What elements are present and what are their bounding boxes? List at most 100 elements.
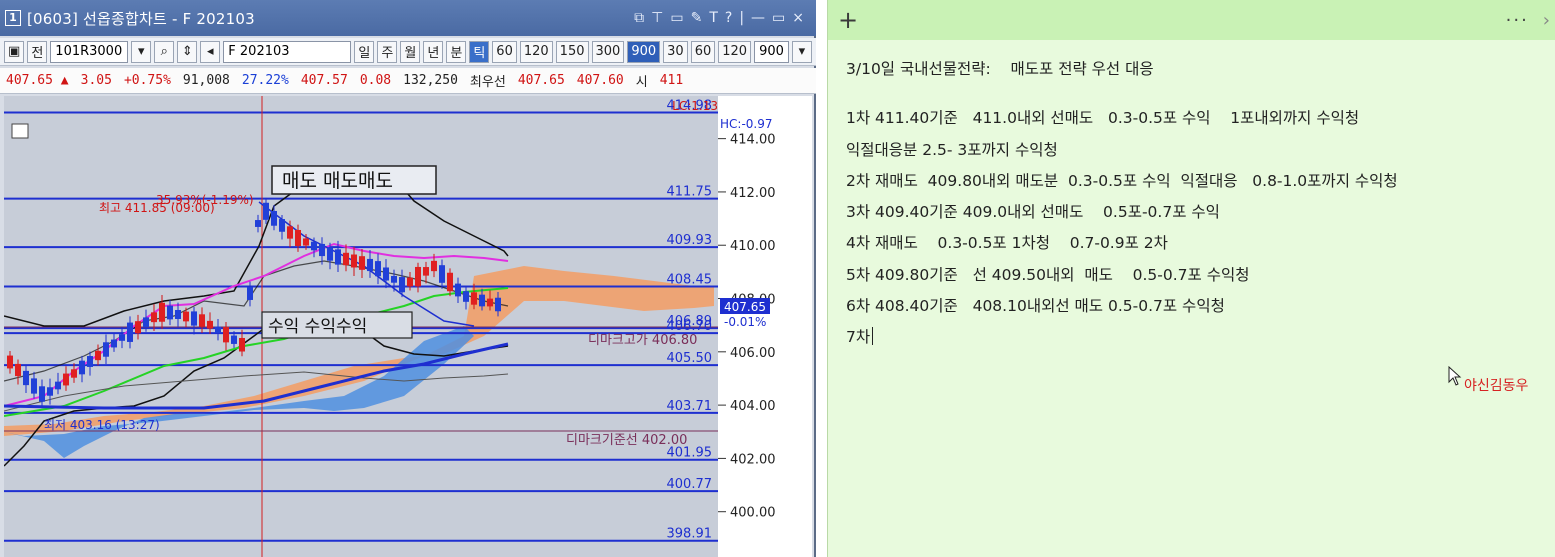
- memo-body[interactable]: 3/10일 국내선물전략: 매도포 전략 우선 대응 1차 411.40기준 4…: [846, 55, 1536, 355]
- axis-tick-label: 402.00: [730, 452, 776, 467]
- profit-label-text: 수익 수익수익: [268, 317, 367, 337]
- period-month[interactable]: 월: [400, 40, 421, 63]
- interval-60[interactable]: 60: [492, 40, 517, 63]
- open-value: 411: [659, 73, 684, 88]
- memo-line-4: 3차 409.40기준 409.0내외 선매도 0.5포-0.7포 수익: [846, 203, 1220, 222]
- candle-body: [271, 210, 277, 226]
- candle-body: [175, 309, 181, 320]
- candle-body: [95, 350, 101, 361]
- candle-body: [223, 327, 229, 343]
- open-interest: 132,250: [403, 73, 458, 88]
- speaker-icon[interactable]: ◂: [200, 40, 221, 63]
- memo-line-2: 익절대응분 2.5- 3포까지 수익청: [846, 140, 1058, 159]
- quote-bar: 407.65 ▲ 3.05 +0.75% 91,008 27.22% 407.5…: [0, 68, 816, 94]
- restore-icon[interactable]: ⧉: [634, 10, 644, 26]
- best-bid: 407.60: [576, 73, 624, 88]
- interval-60b[interactable]: 60: [690, 40, 716, 63]
- price-chart[interactable]: 매도 매도매도 수익 수익수익 최고 411.85 (09:00) 35.93%…: [3, 96, 718, 557]
- candle-body: [431, 260, 437, 272]
- chart-window-title: [0603] 선옵종합차트 - F 202103: [27, 9, 255, 28]
- window-icon[interactable]: ▭: [670, 10, 683, 26]
- candle-body: [367, 258, 373, 272]
- interval-300[interactable]: 300: [591, 40, 625, 63]
- axis-tick-label: 412.00: [730, 186, 776, 201]
- candle-body: [231, 335, 237, 344]
- maximize-button[interactable]: ▭: [772, 10, 785, 26]
- candle-body: [343, 252, 349, 266]
- candle-body: [399, 277, 405, 293]
- candle-body: [167, 305, 173, 320]
- bid-diff: 0.08: [359, 73, 392, 88]
- interval-select[interactable]: 900: [754, 40, 789, 63]
- pin-icon[interactable]: ⊤: [651, 10, 663, 26]
- candle-body: [207, 320, 213, 329]
- cursor-note: 야신김동우: [1464, 378, 1529, 394]
- level-label: 409.93: [667, 233, 713, 248]
- candle-body: [287, 226, 293, 239]
- memo-header: + ··· ›: [828, 0, 1555, 40]
- candle-body: [487, 298, 493, 307]
- interval-120b[interactable]: 120: [718, 40, 752, 63]
- candle-body: [87, 356, 93, 367]
- chevron-right-icon[interactable]: ›: [1543, 10, 1550, 31]
- interval-900[interactable]: 900: [627, 40, 661, 63]
- candle-body: [407, 277, 413, 287]
- candle-body: [47, 387, 53, 396]
- candle-body: [279, 219, 285, 232]
- cloud-area-orange: [4, 266, 714, 436]
- add-note-icon[interactable]: +: [838, 8, 858, 32]
- chevron-down-icon[interactable]: ▾: [791, 40, 812, 63]
- candle-body: [199, 314, 205, 327]
- minimize-button[interactable]: —: [751, 10, 765, 26]
- memo-line-5: 4차 재매도 0.3-0.5포 1차청 0.7-0.9포 2차: [846, 234, 1168, 253]
- interval-120[interactable]: 120: [519, 40, 553, 63]
- candle-body: [151, 312, 157, 323]
- code-input[interactable]: 101R3000: [50, 40, 129, 63]
- interval-30[interactable]: 30: [663, 40, 688, 63]
- symbol-input[interactable]: F 202103: [223, 40, 352, 63]
- candle-body: [311, 241, 317, 251]
- level-labels: 414.98411.75409.93408.45406.89406.70405.…: [667, 99, 713, 542]
- close-button[interactable]: ×: [792, 10, 804, 26]
- memo-window: + ··· › 3/10일 국내선물전략: 매도포 전략 우선 대응 1차 41…: [827, 0, 1555, 557]
- current-price: 407.65 ▲: [6, 73, 69, 88]
- level-label: 398.91: [667, 527, 713, 542]
- search-icon[interactable]: ⌕: [154, 40, 175, 63]
- candle-body: [183, 311, 189, 322]
- interval-150[interactable]: 150: [555, 40, 589, 63]
- period-week[interactable]: 주: [377, 40, 398, 63]
- period-day[interactable]: 일: [354, 40, 375, 63]
- code-dropdown-icon[interactable]: ▾: [131, 40, 152, 63]
- memo-line-1: 1차 411.40기준 411.0내외 선매도 0.3-0.5포 수익 1포내외…: [846, 109, 1360, 128]
- period-tick[interactable]: 틱: [469, 40, 490, 63]
- text-icon[interactable]: T: [709, 10, 718, 26]
- period-minute[interactable]: 분: [446, 40, 467, 63]
- axis-tick-label: 406.00: [730, 346, 776, 361]
- candle-body: [159, 302, 165, 322]
- layout-icon[interactable]: ▣: [4, 40, 25, 63]
- stepper-icon[interactable]: ⇕: [177, 40, 198, 63]
- help-icon[interactable]: ?: [725, 10, 732, 26]
- more-options-icon[interactable]: ···: [1506, 10, 1529, 31]
- candle-body: [23, 370, 29, 386]
- candle-body: [79, 360, 85, 375]
- candle-body: [215, 326, 221, 333]
- period-year[interactable]: 년: [423, 40, 444, 63]
- candle-body: [103, 342, 109, 357]
- chart-titlebar[interactable]: 1 [0603] 선옵종합차트 - F 202103 ⧉ ⊤ ▭ ✎ T ? |…: [0, 0, 816, 36]
- sell-label-text: 매도 매도매도: [282, 170, 393, 192]
- candle-body: [471, 292, 477, 305]
- titlebar-divider: |: [739, 10, 745, 26]
- price-change: 3.05: [80, 73, 112, 88]
- level-label: 406.70: [667, 319, 713, 334]
- best-label: 최우선: [469, 75, 506, 90]
- prefix-button[interactable]: 전: [27, 40, 48, 63]
- candle-body: [263, 202, 269, 220]
- mouse-pointer-icon: [1448, 366, 1462, 386]
- edit-icon[interactable]: ✎: [691, 10, 703, 26]
- candle-body: [423, 267, 429, 276]
- best-ask: 407.65: [517, 73, 565, 88]
- candle-body: [375, 261, 381, 277]
- chart-window: 1 [0603] 선옵종합차트 - F 202103 ⧉ ⊤ ▭ ✎ T ? |…: [0, 0, 816, 557]
- candle-body: [247, 287, 253, 300]
